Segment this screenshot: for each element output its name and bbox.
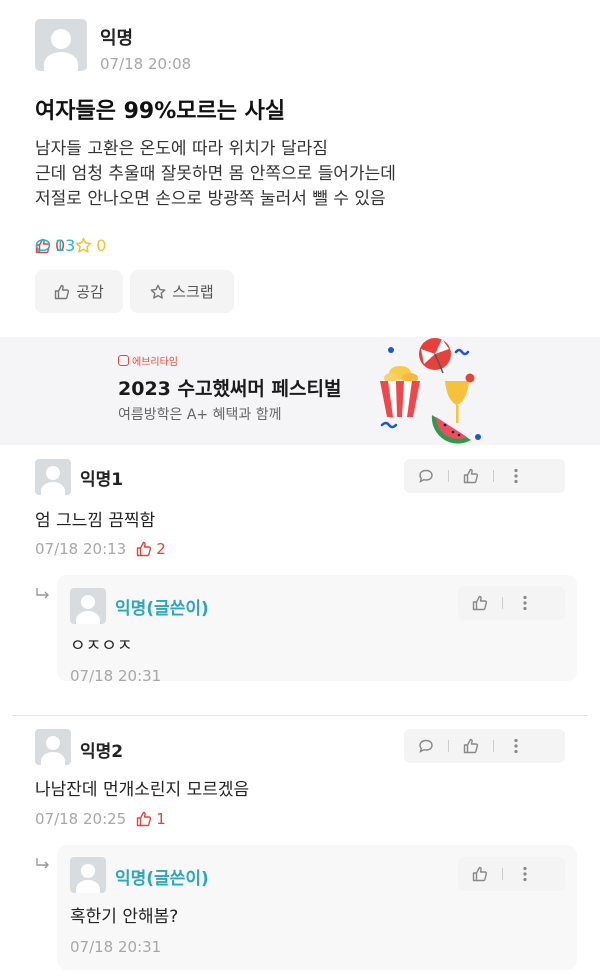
thumbs-up-icon	[472, 595, 488, 611]
post-body-line: 저절로 안나오면 손으로 방광쪽 눌러서 뺄 수 있음	[35, 189, 386, 209]
reply-toolbar	[458, 857, 565, 891]
reply-author-avatar	[70, 588, 106, 624]
comment-toolbar	[404, 459, 565, 493]
reply: 익명(글쓴이) 혹한기 안해봄? 07/18 20:31	[57, 845, 577, 970]
thumbs-up-icon	[463, 738, 479, 754]
vertical-dots-icon	[523, 866, 527, 882]
comment-text: 나남잔데 먼개소린지 모르겠음	[35, 780, 250, 800]
reply-meta: 07/18 20:31	[70, 938, 161, 956]
vertical-dots-icon	[514, 738, 518, 754]
reply-arrow-icon	[36, 858, 49, 869]
comment-author-avatar	[35, 729, 71, 765]
reply-text: ㅇㅈㅇㅈ	[70, 636, 133, 656]
thumbs-up-icon	[54, 284, 70, 299]
post: 익명 07/18 20:08 여자들은 99%모르는 사실 남자들 고환은 온도…	[0, 0, 600, 335]
like-button[interactable]	[449, 459, 493, 493]
ad-brand-name: 에브리타임	[132, 357, 178, 368]
reply-meta: 07/18 20:31	[70, 667, 161, 685]
speech-bubble-icon	[35, 238, 51, 253]
ad-brand: 에브리타임	[118, 353, 178, 368]
post-comment-stat: 13	[35, 236, 600, 255]
like-button[interactable]	[449, 729, 493, 763]
comment-like-count: 2	[156, 540, 166, 558]
scrap-button-label: 스크랩	[172, 283, 214, 301]
comment-like-stat: 1	[136, 810, 166, 828]
more-options-button[interactable]	[503, 857, 547, 891]
post-body: 남자들 고환은 온도에 따라 위치가 달라짐 근데 엄청 추울때 잘못하면 몸 …	[35, 137, 396, 212]
comment-timestamp: 07/18 20:13	[35, 540, 127, 558]
reply-button[interactable]	[404, 729, 448, 763]
like-button[interactable]	[458, 586, 502, 620]
star-icon	[150, 284, 166, 299]
comment-text: 엄 그느낌 끔찍함	[35, 511, 156, 531]
comment-divider	[12, 715, 588, 716]
reply-author-name: 익명(글쓴이)	[115, 599, 209, 619]
reply-button[interactable]	[404, 459, 448, 493]
post-title: 여자들은 99%모르는 사실	[35, 99, 286, 124]
comment: 익명2 나남잔데 먼개소린지 모르겠음 07/18 20:25 1 익명(글쓴이…	[0, 725, 600, 974]
summer-festival-illustration	[380, 338, 481, 444]
post-comment-count: 13	[55, 236, 76, 255]
post-timestamp: 07/18 20:08	[100, 55, 192, 73]
reply-timestamp: 07/18 20:31	[70, 667, 162, 685]
ad-subtitle: 여름방학은 A+ 혜택과 함께	[118, 407, 282, 423]
thumbs-up-icon	[463, 468, 479, 484]
comment-like-stat: 2	[136, 540, 166, 558]
vertical-dots-icon	[514, 468, 518, 484]
empathy-button[interactable]: 공감	[35, 270, 123, 313]
ad-banner[interactable]: 에브리타임 2023 수고했써머 페스티벌 여름방학은 A+ 혜택과 함께	[0, 337, 600, 445]
post-body-line: 남자들 고환은 온도에 따라 위치가 달라짐	[35, 139, 328, 159]
comment: 익명1 엄 그느낌 끔찍함 07/18 20:13 2 익명(글쓴이) ㅇㅈㅇㅈ…	[0, 455, 600, 705]
comment-author-name: 익명2	[80, 742, 124, 762]
like-button[interactable]	[458, 857, 502, 891]
more-options-button[interactable]	[494, 729, 538, 763]
comment-author-name: 익명1	[80, 470, 124, 490]
comment-timestamp: 07/18 20:25	[35, 810, 127, 828]
comment-meta: 07/18 20:25 1	[35, 810, 166, 828]
more-options-button[interactable]	[503, 586, 547, 620]
comment-like-count: 1	[156, 810, 166, 828]
reply-text: 혹한기 안해봄?	[70, 907, 179, 927]
thumbs-up-icon	[472, 866, 488, 882]
vertical-dots-icon	[523, 595, 527, 611]
post-stats: 0 13 0	[35, 236, 116, 255]
thumbs-up-icon	[137, 811, 152, 827]
post-author-name: 익명	[100, 28, 134, 49]
reply-timestamp: 07/18 20:31	[70, 938, 162, 956]
post-body-line: 근데 엄청 추울때 잘못하면 몸 안쪽으로 들어가는데	[35, 164, 396, 184]
empathy-button-label: 공감	[76, 283, 104, 301]
speech-bubble-icon	[419, 469, 433, 483]
scrap-button[interactable]: 스크랩	[130, 270, 234, 313]
reply-author-name: 익명(글쓴이)	[115, 869, 209, 889]
reply-arrow-icon	[36, 588, 49, 599]
comment-toolbar	[404, 729, 565, 763]
ad-title: 2023 수고했써머 페스티벌	[118, 378, 342, 400]
reply-author-avatar	[70, 857, 106, 893]
comment-author-avatar	[35, 459, 71, 495]
reply: 익명(글쓴이) ㅇㅈㅇㅈ 07/18 20:31	[57, 575, 577, 685]
post-author-avatar	[35, 19, 87, 71]
everytime-logo-icon	[118, 355, 129, 366]
reply-toolbar	[458, 586, 565, 620]
more-options-button[interactable]	[494, 459, 538, 493]
comment-meta: 07/18 20:13 2	[35, 540, 166, 558]
speech-bubble-icon	[419, 739, 433, 753]
thumbs-up-icon	[137, 541, 152, 557]
